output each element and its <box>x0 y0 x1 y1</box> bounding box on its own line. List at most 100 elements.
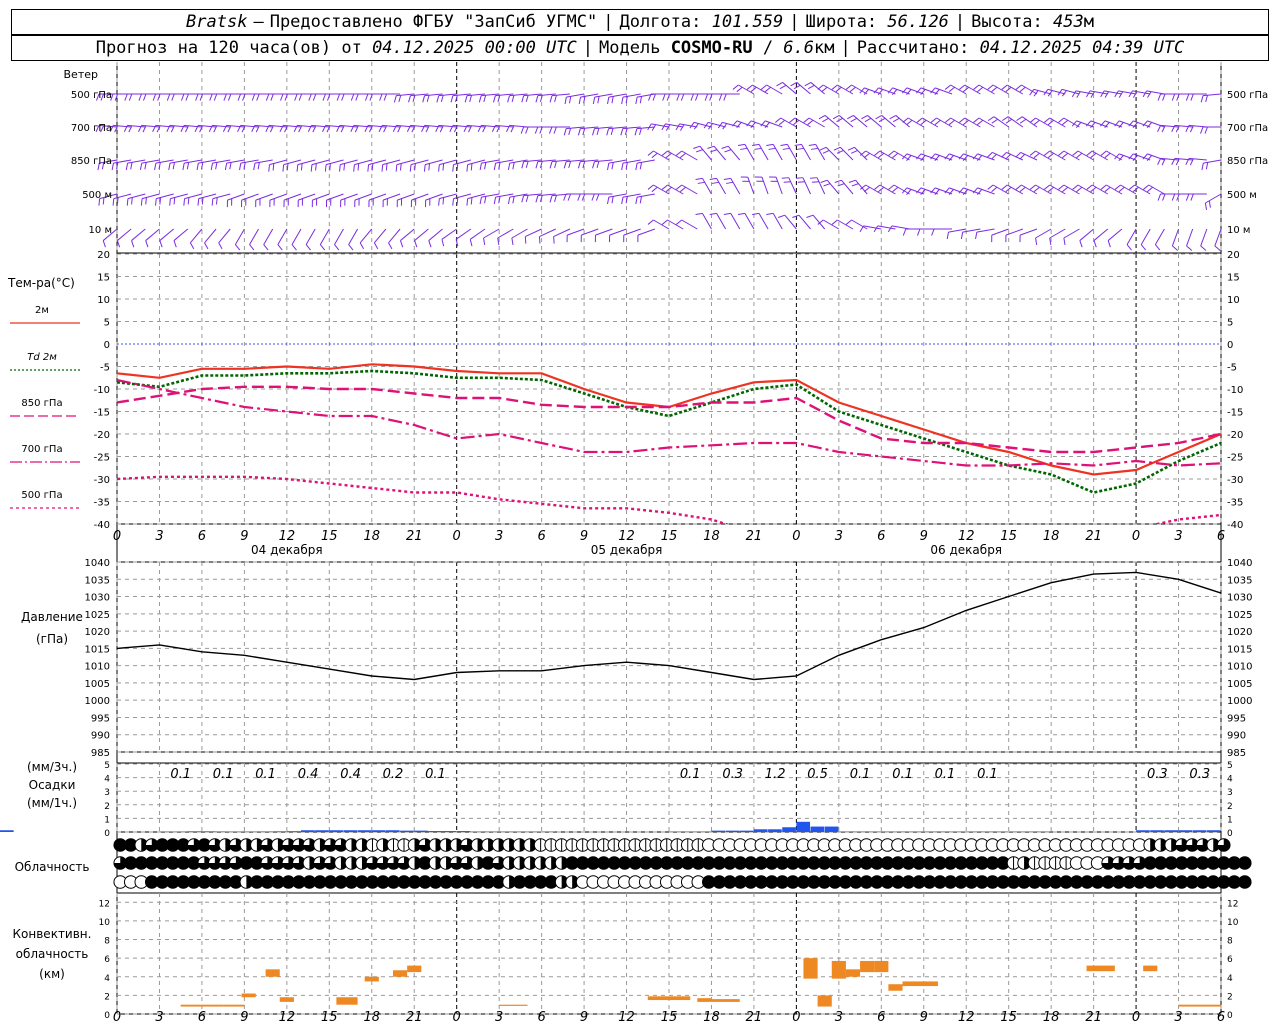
wind-barb-feather <box>662 93 666 101</box>
wind-barb-feather <box>916 228 921 236</box>
wind-barb-feather <box>408 95 411 103</box>
pres-ytick-right: 1000 <box>1227 696 1252 707</box>
temp-ytick-right: -5 <box>1227 363 1237 374</box>
hour-label: 3 <box>1174 529 1182 544</box>
pres-ytick-right: 990 <box>1227 731 1246 742</box>
wind-barb <box>888 150 910 161</box>
wind-barb <box>131 228 146 248</box>
wind-barb-staff <box>1186 228 1194 247</box>
wind-barb-staff <box>609 228 627 236</box>
wind-barb-feather <box>409 164 412 172</box>
wind-barb-feather <box>130 162 133 170</box>
wind-barb-feather <box>272 163 275 171</box>
wind-level-label-right: 700 гПа <box>1227 123 1268 134</box>
wind-barb-feather <box>1019 118 1027 124</box>
wind-barb-feather <box>874 184 881 190</box>
wind-barb <box>737 143 755 161</box>
wind-barb-feather <box>145 197 147 205</box>
wind-barb-feather <box>778 214 785 218</box>
wind-barb-feather <box>1033 152 1040 159</box>
wind-barb-feather <box>704 93 709 101</box>
wind-barb-feather <box>265 93 270 101</box>
wind-barb-feather <box>607 197 610 205</box>
wind-barb-feather <box>874 150 881 156</box>
temp-ytick-left: -20 <box>94 430 110 441</box>
wind-barb-feather <box>173 197 176 205</box>
temp-ytick-right: 10 <box>1227 295 1240 306</box>
wind-barb <box>112 193 132 206</box>
hour-label-bottom: 3 <box>495 1010 503 1024</box>
pres-ytick-left: 1015 <box>85 644 110 655</box>
wind-barb-feather <box>186 162 190 170</box>
cloud-cover-icon <box>1237 875 1252 889</box>
prec-bar <box>371 830 386 832</box>
wind-barb-feather <box>973 84 980 90</box>
wind-barb-feather <box>422 95 426 103</box>
conv-ytick-left: 4 <box>104 974 110 984</box>
wind-barb-feather <box>385 163 388 171</box>
wind-barb-feather <box>111 163 114 171</box>
wind-barb-feather <box>834 179 842 183</box>
wind-barb-feather <box>124 93 128 101</box>
wind-barb <box>859 225 882 233</box>
wind-barb <box>902 228 924 236</box>
wind-barb-feather <box>539 126 543 134</box>
wind-barb-feather <box>180 93 185 101</box>
wind-barb-staff <box>425 193 443 201</box>
wind-barb-feather <box>732 84 739 90</box>
pres-ytick-left: 1000 <box>85 696 110 707</box>
wind-barb-feather <box>395 164 398 172</box>
wind-barb-feather <box>1204 202 1208 210</box>
wind-barb-feather <box>456 163 459 171</box>
wind-barb-feather <box>483 237 486 245</box>
wind-barb-feather <box>780 143 788 147</box>
wind-barb-staff <box>396 159 415 166</box>
temp-ytick-right: 20 <box>1227 250 1240 261</box>
wind-barb-feather <box>859 225 865 233</box>
wind-barb <box>1049 228 1066 245</box>
wind-barb-feather <box>452 198 454 206</box>
wind-barb-feather <box>810 147 819 150</box>
wind-barb-feather <box>1190 93 1194 101</box>
wind-barb-feather <box>821 86 828 93</box>
wind-barb-feather <box>779 84 787 90</box>
wind-barb-feather <box>1114 184 1121 190</box>
wind-barb-feather <box>959 117 966 123</box>
wind-barb-feather <box>440 95 444 103</box>
wind-barb <box>723 177 741 195</box>
wind-barb-staff <box>255 193 273 201</box>
wind-barb <box>1016 116 1038 128</box>
temp-ytick-right: 15 <box>1227 273 1240 284</box>
wind-barb <box>210 159 231 171</box>
wind-barb-feather <box>1033 186 1040 193</box>
wind-barb-staff <box>441 228 457 240</box>
wind-barb-feather <box>831 219 838 225</box>
wind-barb-staff <box>204 228 217 244</box>
conv-ytick-left: 10 <box>99 918 111 928</box>
wind-barb-feather <box>367 164 370 172</box>
wind-barb <box>592 159 613 169</box>
wind-barb-feather <box>977 86 984 93</box>
hour-label-bottom: 18 <box>1043 1010 1060 1024</box>
wind-barb <box>1171 193 1193 201</box>
wind-barb <box>339 159 358 172</box>
wind-barb <box>223 93 245 101</box>
wind-barb <box>423 159 443 172</box>
wind-barb-feather <box>173 240 177 248</box>
wind-barb-staff <box>1154 228 1165 245</box>
wind-barb-feather <box>1058 117 1065 123</box>
wind-barb-feather <box>696 149 703 153</box>
prec-bar <box>414 830 428 832</box>
pres-ytick-left: 985 <box>91 748 110 759</box>
wind-barb-feather <box>282 164 285 172</box>
wind-barb-feather <box>399 163 402 171</box>
prec-total-3h: 0.3 <box>722 767 743 782</box>
wind-barb-feather <box>484 162 487 170</box>
wind-barb-feather <box>1072 184 1079 190</box>
wind-barb-feather <box>611 196 614 204</box>
conv-cloud-bar <box>499 1004 528 1006</box>
legend-t2m: 2м <box>35 305 49 316</box>
wind-barb-staff <box>766 84 783 95</box>
wind-barb-feather <box>793 84 801 90</box>
hour-label-bottom: 6 <box>198 1010 206 1024</box>
